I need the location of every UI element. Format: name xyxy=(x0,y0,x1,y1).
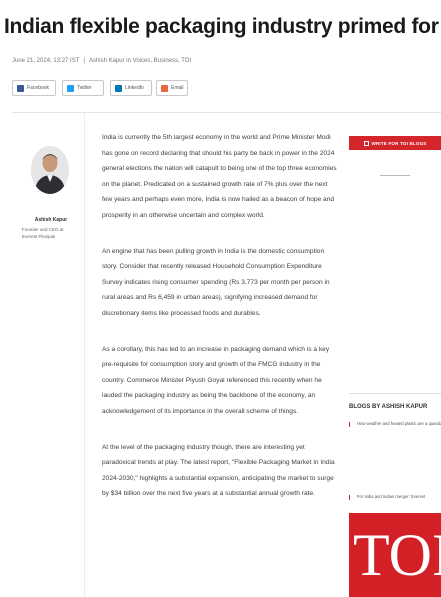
blogs-by-author-heading: BLOGS BY ASHISH KAPUR xyxy=(349,404,428,410)
article-meta: June 21, 2024, 13:27 IST | Ashish Kapur in… xyxy=(12,58,191,64)
share-facebook-label: Facebook xyxy=(27,85,49,91)
author-avatar[interactable] xyxy=(31,146,69,194)
author-role: Founder and CEO at Everest Flexipak xyxy=(22,227,64,239)
body-paragraph: An engine that has been pulling growth i… xyxy=(102,247,330,317)
share-twitter-label: Twitter xyxy=(77,85,92,91)
body-paragraph: As a corollary, this has led to an incre… xyxy=(102,345,330,415)
author-column-divider xyxy=(84,113,85,597)
author-name[interactable]: Ashish Kapur xyxy=(30,217,72,223)
share-facebook-button[interactable]: Facebook xyxy=(12,80,56,96)
share-twitter-button[interactable]: Twitter xyxy=(62,80,104,96)
linkedin-icon xyxy=(115,84,122,92)
article-date: June 21, 2024, 13:27 IST xyxy=(12,58,80,64)
cta-label: WRITE FOR TOI BLOGS xyxy=(371,140,427,146)
article-title: Indian flexible packaging industry prime… xyxy=(4,15,441,38)
body-paragraph: At the level of the packaging industry t… xyxy=(102,443,335,498)
email-icon xyxy=(161,84,168,92)
toi-logo[interactable]: TOI xyxy=(349,513,441,597)
article-byline[interactable]: Ashish Kapur in Voices, Business, TOI xyxy=(89,58,191,64)
share-linkedin-label: LinkedIn xyxy=(125,85,144,91)
toi-logo-text: TOI xyxy=(353,522,441,588)
author-photo-image xyxy=(31,146,69,194)
bullet-marker xyxy=(349,422,350,427)
sidebar-divider xyxy=(349,393,441,394)
blog-list-item[interactable]: How weather and heated plastic are a qua… xyxy=(349,420,441,427)
bullet-marker xyxy=(349,495,350,500)
pencil-icon xyxy=(363,140,369,146)
share-email-button[interactable]: Email xyxy=(156,80,188,96)
body-paragraph: India is currently the 5th largest econo… xyxy=(102,134,337,219)
twitter-icon xyxy=(67,84,74,92)
share-linkedin-button[interactable]: LinkedIn xyxy=(110,80,152,96)
meta-separator: | xyxy=(83,58,85,64)
sidebar-placeholder-line xyxy=(380,175,410,176)
article-body: India is currently the 5th largest econo… xyxy=(102,130,338,522)
blog-item-title: For India and Indian merger: Everest xyxy=(357,494,426,499)
header-divider xyxy=(12,112,441,113)
blog-list-item[interactable]: For India and Indian merger: Everest xyxy=(349,493,441,500)
write-for-toi-blogs-button[interactable]: WRITE FOR TOI BLOGS xyxy=(349,136,441,150)
blog-item-title: How weather and heated plastic are a qua… xyxy=(357,421,441,426)
share-email-label: Email xyxy=(171,85,184,91)
facebook-icon xyxy=(17,84,24,92)
